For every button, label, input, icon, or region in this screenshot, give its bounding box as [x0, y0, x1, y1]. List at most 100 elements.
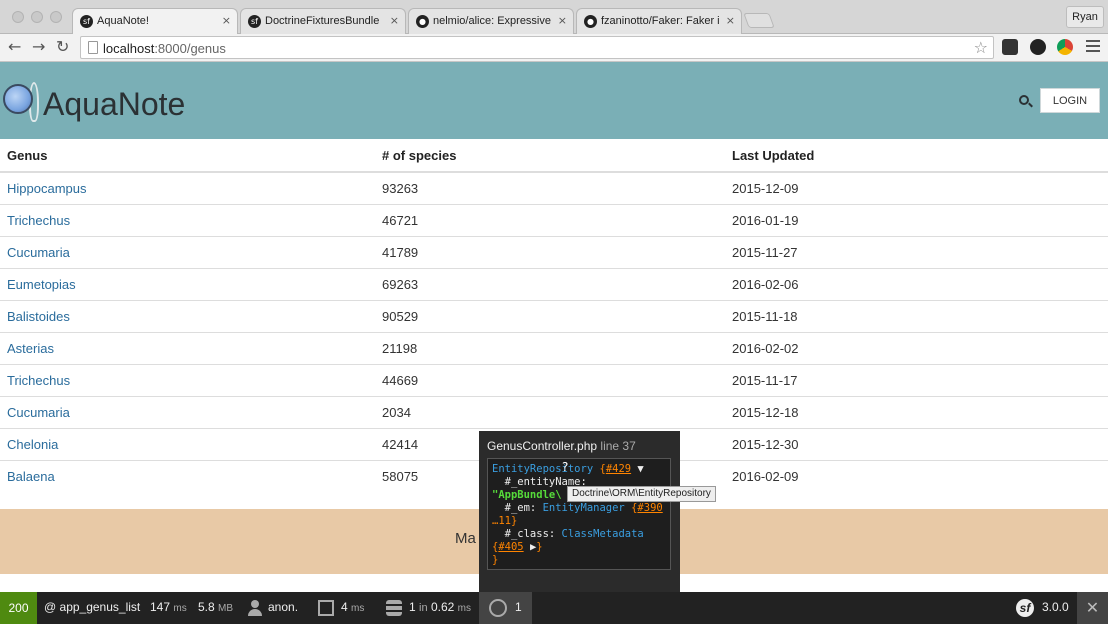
- github-icon: ●: [584, 15, 597, 28]
- species-count: 41789: [375, 235, 725, 268]
- genus-link[interactable]: Balaena: [0, 459, 375, 492]
- symfony-version[interactable]: sf 3.0.0: [1016, 592, 1069, 624]
- last-updated: 2015-11-27: [725, 235, 1108, 268]
- bookmark-star-icon[interactable]: ☆: [974, 38, 988, 57]
- dump-panel: GenusController.php line 37 EntityReposi…: [479, 431, 680, 592]
- browser-menu-icon[interactable]: [1086, 40, 1100, 54]
- twig-panel[interactable]: 4 ms: [318, 592, 364, 624]
- last-updated: 2015-12-30: [725, 427, 1108, 460]
- genus-link[interactable]: Chelonia: [0, 427, 375, 460]
- species-count: 46721: [375, 203, 725, 236]
- terminal-extension-icon[interactable]: [1002, 39, 1018, 55]
- dump-panel-toggle[interactable]: 1: [479, 592, 532, 624]
- last-updated: 2016-02-06: [725, 267, 1108, 300]
- help-cursor-icon: ?: [562, 460, 569, 474]
- last-updated: 2015-12-09: [725, 171, 1108, 204]
- last-updated: 2015-12-18: [725, 395, 1108, 428]
- symfony-icon: sf: [1016, 598, 1034, 617]
- dump-output[interactable]: EntityRepository {#429 ▼ #_entityName: "…: [487, 458, 671, 570]
- window-zoom-icon[interactable]: [50, 11, 62, 23]
- species-count: 44669: [375, 363, 725, 396]
- symfony-icon: sf: [80, 15, 93, 28]
- flame-extension-icon[interactable]: [1030, 39, 1046, 55]
- aquanote-logo[interactable]: [3, 82, 39, 122]
- chrome-extension-icon[interactable]: [1057, 39, 1073, 55]
- browser-tab[interactable]: sf AquaNote! ×: [72, 8, 238, 35]
- symfony-icon: sf: [248, 15, 261, 28]
- memory-usage[interactable]: 5.8 MB: [198, 592, 233, 624]
- address-bar[interactable]: localhost:8000/genus ☆: [80, 36, 994, 59]
- tab-title: AquaNote!: [97, 15, 149, 27]
- tab-close-icon[interactable]: ×: [390, 14, 399, 27]
- species-count: 93263: [375, 171, 725, 204]
- window-close-icon[interactable]: [12, 11, 24, 23]
- browser-tab[interactable]: sf DoctrineFixturesBundle (Th ×: [240, 8, 406, 34]
- login-button[interactable]: LOGIN: [1040, 88, 1100, 113]
- user-panel[interactable]: anon.: [248, 592, 298, 624]
- tab-close-icon[interactable]: ×: [726, 14, 735, 27]
- browser-tab[interactable]: ● nelmio/alice: Expressive fix ×: [408, 8, 574, 34]
- window-minimize-icon[interactable]: [31, 11, 43, 23]
- tab-close-icon[interactable]: ×: [558, 14, 567, 27]
- github-icon: ●: [416, 15, 429, 28]
- route-name[interactable]: @ app_genus_list: [44, 592, 140, 624]
- browser-user-button[interactable]: Ryan: [1066, 6, 1104, 28]
- column-header-genus: Genus: [0, 139, 375, 173]
- genus-link[interactable]: Asterias: [0, 331, 375, 364]
- species-count: 69263: [375, 267, 725, 300]
- genus-link[interactable]: Cucumaria: [0, 235, 375, 268]
- table-row: Balistoides 90529 2015-11-18: [0, 299, 1108, 332]
- url-text: localhost:8000/genus: [103, 41, 226, 56]
- table-row: Hippocampus 93263 2015-12-09: [0, 171, 1108, 204]
- template-icon: [318, 599, 334, 616]
- tab-close-icon[interactable]: ×: [222, 14, 231, 27]
- genus-link[interactable]: Cucumaria: [0, 395, 375, 428]
- tab-title: nelmio/alice: Expressive fix: [433, 15, 551, 27]
- last-updated: 2016-02-09: [725, 459, 1108, 492]
- table-row: Eumetopias 69263 2016-02-06: [0, 267, 1108, 300]
- table-row: Trichechus 44669 2015-11-17: [0, 363, 1108, 396]
- forward-arrow-icon[interactable]: →: [32, 37, 45, 56]
- last-updated: 2016-02-02: [725, 331, 1108, 364]
- genus-link[interactable]: Trichechus: [0, 203, 375, 236]
- last-updated: 2015-11-17: [725, 363, 1108, 396]
- user-icon: [248, 599, 262, 616]
- species-count: 2034: [375, 395, 725, 428]
- table-row: Cucumaria 2034 2015-12-18: [0, 395, 1108, 428]
- genus-link[interactable]: Eumetopias: [0, 267, 375, 300]
- close-toolbar-icon[interactable]: ✕: [1077, 592, 1108, 624]
- status-code-badge[interactable]: 200: [0, 592, 37, 624]
- new-tab-button[interactable]: [743, 13, 775, 28]
- footer-text: Ma: [455, 530, 476, 547]
- page-icon: [88, 41, 98, 54]
- reload-icon[interactable]: ↻: [56, 37, 69, 56]
- species-count: 21198: [375, 331, 725, 364]
- crosshair-icon: [489, 598, 507, 617]
- debug-toolbar: 200 @ app_genus_list 147 ms 5.8 MB anon.…: [0, 592, 1108, 624]
- table-row: Asterias 21198 2016-02-02: [0, 331, 1108, 364]
- genus-link[interactable]: Trichechus: [0, 363, 375, 396]
- genus-link[interactable]: Balistoides: [0, 299, 375, 332]
- browser-tab-strip: sf AquaNote! × sf DoctrineFixturesBundle…: [0, 0, 1108, 35]
- database-panel[interactable]: 1 in 0.62 ms: [386, 592, 471, 624]
- request-time[interactable]: 147 ms: [150, 592, 187, 624]
- genus-link[interactable]: Hippocampus: [0, 171, 375, 204]
- species-count: 90529: [375, 299, 725, 332]
- database-icon: [386, 599, 402, 616]
- class-tooltip: Doctrine\ORM\EntityRepository: [567, 486, 716, 502]
- search-icon[interactable]: [1019, 95, 1029, 105]
- browser-toolbar: ← → ↻ localhost:8000/genus ☆: [0, 34, 1108, 62]
- table-row: Trichechus 46721 2016-01-19: [0, 203, 1108, 236]
- brand-title[interactable]: AquaNote: [43, 86, 185, 123]
- table-row: Cucumaria 41789 2015-11-27: [0, 235, 1108, 268]
- last-updated: 2016-01-19: [725, 203, 1108, 236]
- tab-title: fzaninotto/Faker: Faker is a: [601, 15, 719, 27]
- back-arrow-icon[interactable]: ←: [8, 37, 21, 56]
- browser-tab[interactable]: ● fzaninotto/Faker: Faker is a ×: [576, 8, 742, 34]
- tab-title: DoctrineFixturesBundle (Th: [265, 15, 383, 27]
- app-header: AquaNote LOGIN: [0, 62, 1108, 139]
- column-header-updated: Last Updated: [725, 139, 1108, 173]
- column-header-species: # of species: [375, 139, 725, 173]
- table-header-row: Genus # of species Last Updated: [0, 139, 1108, 173]
- last-updated: 2015-11-18: [725, 299, 1108, 332]
